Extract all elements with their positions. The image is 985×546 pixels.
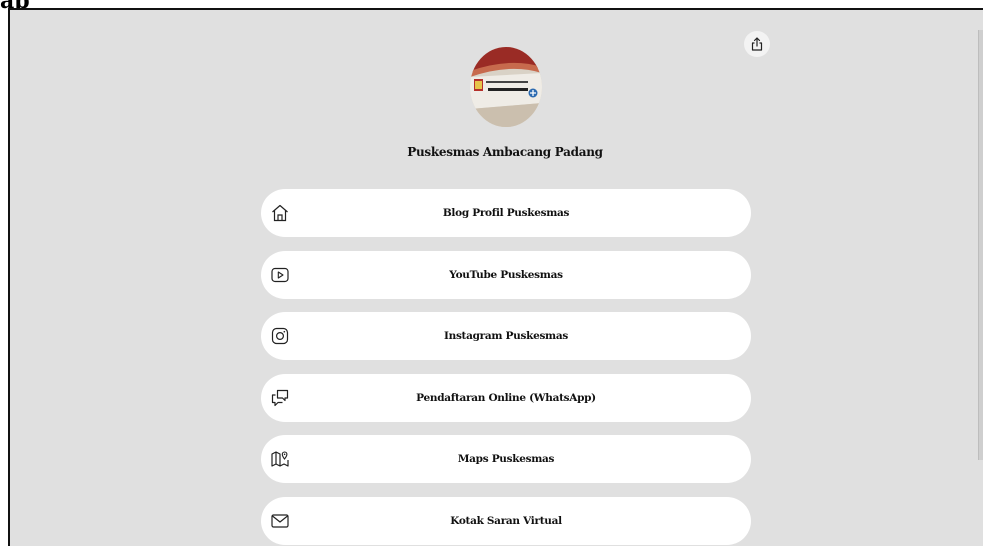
link-instagram[interactable]: Instagram Puskesmas <box>261 312 751 360</box>
profile-photo-icon <box>470 47 542 127</box>
link-label: Blog Profil Puskesmas <box>442 207 570 219</box>
link-label: Maps Puskesmas <box>457 453 555 465</box>
link-blog-profil[interactable]: Blog Profil Puskesmas <box>261 189 751 237</box>
link-list: Blog Profil Puskesmas YouTube Puskesmas <box>261 189 751 546</box>
chat-icon <box>269 387 291 409</box>
profile-avatar <box>470 47 542 127</box>
youtube-icon <box>269 264 291 286</box>
link-label: Instagram Puskesmas <box>444 330 568 342</box>
home-icon <box>269 202 291 224</box>
link-label: Pendaftaran Online (WhatsApp) <box>416 391 596 404</box>
share-button[interactable] <box>744 31 770 57</box>
share-icon <box>751 37 763 51</box>
scrollbar[interactable] <box>978 30 983 460</box>
map-icon <box>269 448 291 470</box>
linktree-panel: Puskesmas Ambacang Padang Blog Profil Pu… <box>8 8 983 546</box>
link-label: Kotak Saran Virtual <box>450 514 562 527</box>
mail-icon <box>269 510 291 532</box>
profile-name: Puskesmas Ambacang Padang <box>407 145 603 159</box>
link-maps[interactable]: Maps Puskesmas <box>261 435 751 483</box>
link-suggestion-box[interactable]: Kotak Saran Virtual <box>261 496 751 545</box>
link-label: YouTube Puskesmas <box>449 268 563 281</box>
link-youtube[interactable]: YouTube Puskesmas <box>261 250 751 299</box>
page: ap Puskesmas Ambacang Padang Blog Profil… <box>0 0 985 546</box>
link-whatsapp-registration[interactable]: Pendaftaran Online (WhatsApp) <box>261 373 751 422</box>
instagram-icon <box>269 325 291 347</box>
